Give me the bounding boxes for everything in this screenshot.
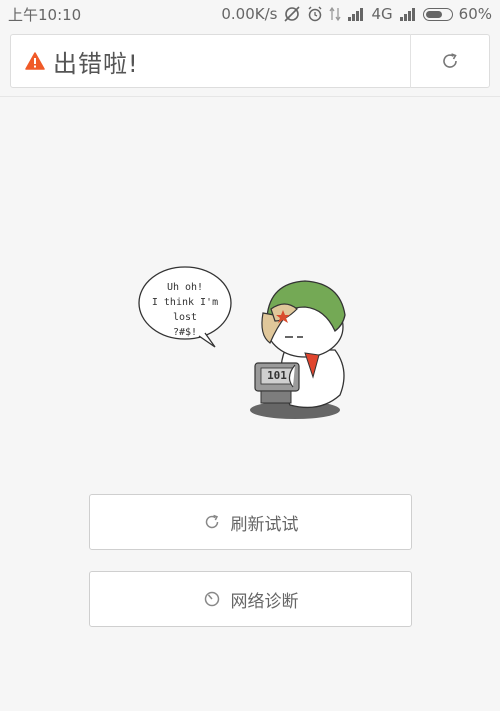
status-time: 上午10:10 xyxy=(8,5,82,24)
network-type: 4G xyxy=(371,5,393,23)
refresh-button[interactable]: 刷新试试 xyxy=(89,494,412,550)
bubble-line-2: I think I'm lost xyxy=(151,297,219,323)
signal-icon-2 xyxy=(399,7,417,21)
refresh-icon xyxy=(205,514,218,529)
refresh-label: 刷新试试 xyxy=(230,514,299,535)
diagnose-icon xyxy=(204,591,219,607)
network-diagnose-button[interactable]: 网络诊断 xyxy=(89,571,412,627)
alarm-icon xyxy=(307,6,323,22)
reload-button[interactable] xyxy=(411,34,489,88)
warning-icon xyxy=(25,52,45,70)
battery-icon xyxy=(422,7,453,21)
no-data-icon xyxy=(283,6,301,22)
status-bar: 上午10:10 0.00K/s 4G 60% xyxy=(0,0,500,28)
diagnose-label: 网络诊断 xyxy=(230,591,299,612)
reload-icon xyxy=(443,53,457,68)
header-divider xyxy=(0,96,500,97)
status-icons: 0.00K/s 4G 60% xyxy=(221,5,492,23)
signal-icon-1 xyxy=(347,7,365,21)
address-bar[interactable]: 出错啦! xyxy=(10,34,490,88)
bubble-line-1: Uh oh! xyxy=(166,282,204,293)
page-title: 出错啦! xyxy=(53,49,139,78)
laptop-screen-text: 101 xyxy=(267,369,287,382)
battery-level: 60% xyxy=(458,5,492,23)
speech-bubble: Uh oh! I think I'm lost ?#$! xyxy=(140,280,230,340)
bubble-line-3: ?#$! xyxy=(172,327,198,338)
network-speed: 0.00K/s xyxy=(221,5,278,23)
data-arrows-icon xyxy=(329,6,342,22)
error-illustration: Uh oh! I think I'm lost ?#$! 101 xyxy=(135,265,365,425)
